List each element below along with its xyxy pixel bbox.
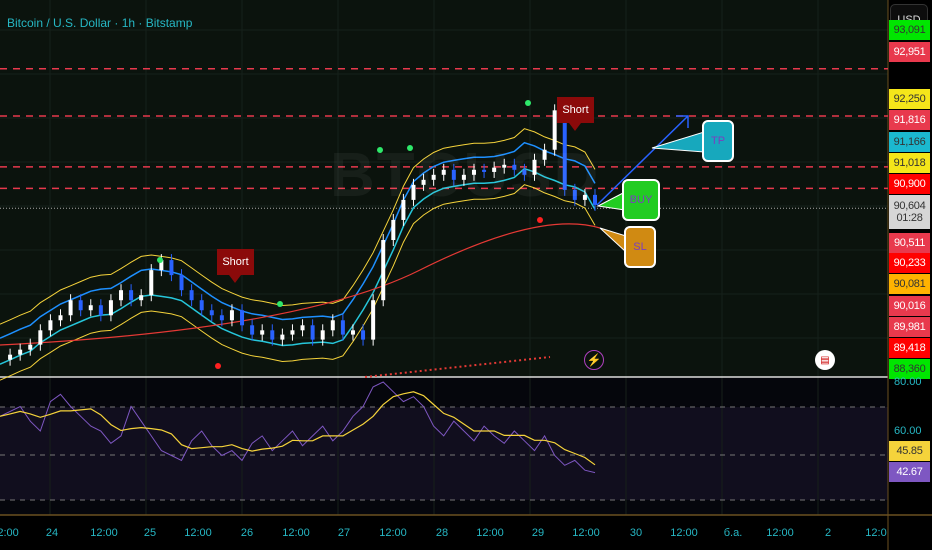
price-label: 90,900 bbox=[889, 174, 930, 194]
candle-body bbox=[350, 330, 355, 335]
high-marker bbox=[525, 100, 531, 106]
price-label: 89,981 bbox=[889, 317, 930, 337]
candle-body bbox=[68, 300, 73, 316]
candle-body bbox=[88, 305, 93, 311]
candle-body bbox=[78, 300, 83, 311]
bar-countdown: 01:28 bbox=[896, 212, 923, 224]
time-label: 12:00 bbox=[476, 527, 504, 539]
candle-body bbox=[119, 290, 124, 301]
candle-body bbox=[371, 300, 376, 340]
tp-callout[interactable]: TP bbox=[702, 120, 734, 162]
candle-body bbox=[320, 330, 325, 340]
time-label: 12:00 bbox=[90, 527, 118, 539]
time-label: 24 bbox=[45, 527, 59, 539]
candle-body bbox=[139, 295, 144, 301]
rsi-axis-label: 60.00 bbox=[894, 425, 922, 437]
candle-body bbox=[189, 290, 194, 301]
candle-body bbox=[280, 334, 285, 340]
time-label: 28 bbox=[435, 527, 449, 539]
low-marker bbox=[537, 217, 543, 223]
time-label: 29 bbox=[531, 527, 545, 539]
candle-body bbox=[219, 315, 224, 321]
candle-body bbox=[129, 290, 134, 301]
lightning-event-icon[interactable]: ⚡ bbox=[584, 350, 604, 370]
time-label: 12:0 bbox=[865, 527, 887, 539]
us-flag-event-icon[interactable]: ▤ bbox=[815, 350, 835, 370]
candle-body bbox=[391, 219, 396, 241]
time-label: 12:00 bbox=[0, 527, 19, 539]
candle-body bbox=[48, 320, 53, 331]
chart-title[interactable]: Bitcoin / U.S. Dollar · 1h · Bitstamp bbox=[7, 16, 192, 30]
price-label: 92,250 bbox=[889, 89, 930, 109]
candle-body bbox=[38, 330, 43, 345]
price-label: 93,091 bbox=[889, 20, 930, 40]
short-signal-label: Short bbox=[557, 97, 594, 131]
candle-body bbox=[260, 330, 265, 335]
price-label: 90,233 bbox=[889, 253, 930, 273]
last-price: 90,604 bbox=[893, 200, 926, 212]
time-label: 25 bbox=[143, 527, 157, 539]
rsi-axis-label: 80.00 bbox=[894, 376, 922, 388]
candle-body bbox=[381, 240, 386, 301]
time-label: 12:00 bbox=[379, 527, 407, 539]
candle-body bbox=[149, 270, 154, 296]
price-label: 90,511 bbox=[889, 233, 930, 253]
price-label: 91,816 bbox=[889, 110, 930, 130]
time-label: 27 bbox=[337, 527, 351, 539]
candle-body bbox=[179, 275, 184, 291]
short-signal-label: Short bbox=[217, 249, 254, 283]
time-label: б.а. bbox=[723, 527, 743, 539]
candle-body bbox=[240, 310, 245, 326]
low-marker bbox=[215, 363, 221, 369]
candle-body bbox=[108, 300, 113, 316]
time-label: 12:00 bbox=[184, 527, 212, 539]
price-label: 89,418 bbox=[889, 338, 930, 358]
symbol-watermark: BTCUSD bbox=[330, 141, 601, 210]
candle-body bbox=[28, 344, 33, 350]
candle-body bbox=[250, 325, 255, 335]
rsi-value: 42.67 bbox=[889, 462, 930, 482]
price-label: 92,951 bbox=[889, 42, 930, 62]
price-label: 90,016 bbox=[889, 296, 930, 316]
candle-body bbox=[209, 310, 214, 316]
candle-body bbox=[169, 260, 174, 276]
rsi-ma-value: 45.85 bbox=[889, 441, 930, 461]
candle-body bbox=[361, 330, 366, 340]
candle-body bbox=[300, 325, 305, 331]
price-label: 91,018 bbox=[889, 153, 930, 173]
candle-body bbox=[229, 310, 234, 321]
candle-body bbox=[340, 320, 345, 335]
price-label: 90,081 bbox=[889, 274, 930, 294]
price-label: 90,604 01:28 bbox=[889, 195, 930, 229]
time-label: 26 bbox=[240, 527, 254, 539]
time-label: 2 bbox=[824, 527, 832, 539]
time-label: 12:00 bbox=[670, 527, 698, 539]
candle-body bbox=[18, 349, 23, 355]
candle-body bbox=[330, 320, 335, 331]
candle-body bbox=[270, 330, 275, 340]
price-label: 91,166 bbox=[889, 132, 930, 152]
price-chart[interactable] bbox=[0, 0, 932, 550]
rsi-band bbox=[0, 407, 888, 500]
candle-body bbox=[310, 325, 315, 340]
time-label: 12:00 bbox=[766, 527, 794, 539]
candle-body bbox=[199, 300, 204, 311]
time-label: 12:00 bbox=[282, 527, 310, 539]
candle-body bbox=[8, 354, 13, 360]
sl-callout[interactable]: SL bbox=[624, 226, 656, 268]
candle-body bbox=[98, 305, 103, 316]
time-label: 12:00 bbox=[572, 527, 600, 539]
buy-callout[interactable]: BUY bbox=[622, 179, 660, 221]
high-marker bbox=[157, 257, 163, 263]
time-label: 30 bbox=[629, 527, 643, 539]
candle-body bbox=[58, 315, 63, 321]
high-marker bbox=[277, 301, 283, 307]
candle-body bbox=[290, 330, 295, 335]
